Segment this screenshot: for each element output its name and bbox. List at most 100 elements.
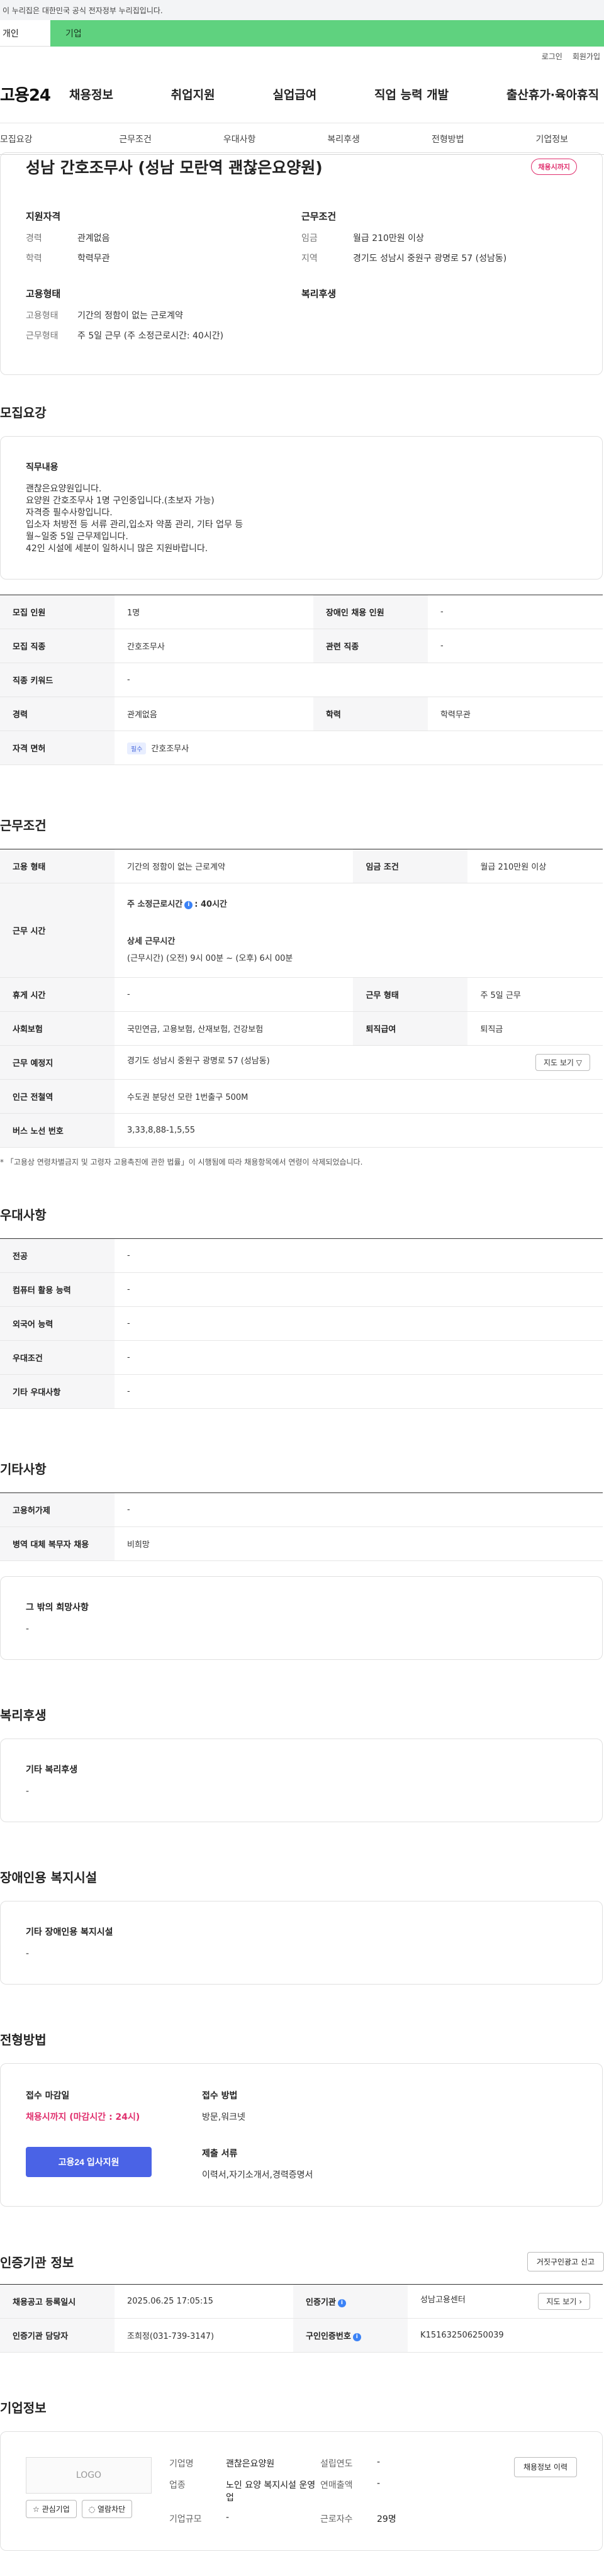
table-row: 고용 형태 기간의 정함이 없는 근로계약 임금 조건 월급 210만원 이상: [0, 849, 603, 883]
job-label: 모집 직종: [0, 629, 115, 663]
table-row: 외국어 능력 -: [0, 1306, 603, 1341]
size-label: 기업규모: [169, 2514, 202, 2524]
license-value: 간호조무사: [151, 744, 189, 754]
main-nav: 고용24 채용정보 취업지원 실업급여 직업 능력 개발 출산휴가·육아휴직: [0, 65, 604, 123]
cert-table: 채용공고 등록일시 2025.06.25 17:05:15 인증기관 i 성남고용…: [0, 2284, 603, 2353]
org-label-text: 인증기관: [306, 2298, 336, 2307]
summary-emptype: 고용형태 기간의 정함이 없는 근로계약: [26, 309, 301, 322]
map-button[interactable]: 지도 보기 ▽: [535, 1054, 590, 1071]
company-logo-area: LOGO ☆ 관심기업 ◌ 열람차단: [26, 2457, 152, 2525]
headcount-value: 1명: [115, 595, 313, 629]
welfare-box-title: 기타 복리후생: [26, 1765, 78, 1775]
welfare-box: 기타 복리후생 -: [0, 1739, 603, 1822]
station-value: 수도권 분당선 모란 1번출구 500M: [115, 1079, 603, 1114]
table-row: 우대조건 -: [0, 1340, 603, 1375]
edu-row-value: 학력무관: [427, 697, 603, 731]
edu-row-label: 학력: [313, 697, 428, 731]
tab-recruit[interactable]: 모집요강: [0, 133, 83, 145]
info-icon[interactable]: i: [184, 901, 193, 909]
keyword-value: -: [115, 663, 603, 697]
edu-label: 학력: [26, 254, 42, 264]
worktype-row-label: 근무 형태: [353, 977, 468, 1012]
login-link[interactable]: 로그인: [542, 51, 562, 62]
signup-link[interactable]: 회원가입: [573, 51, 600, 62]
table-row: 사회보험 국민연금, 고용보험, 산재보험, 건강보험 퇴직급여 퇴직금: [0, 1011, 603, 1046]
table-row: 기타 우대사항 -: [0, 1374, 603, 1409]
wage-value: 월급 210만원 이상: [353, 233, 424, 244]
menu-skill-development[interactable]: 직업 능력 개발: [374, 86, 449, 103]
menu-jobs[interactable]: 채용정보: [69, 86, 113, 103]
info-icon[interactable]: i: [337, 2299, 346, 2307]
company-logo: LOGO: [26, 2457, 152, 2494]
worktype-row-value: 주 5일 근무: [467, 977, 603, 1012]
welfare-section-title: 복리후생: [0, 1708, 47, 1723]
major-value: -: [115, 1238, 603, 1273]
menu-unemployment-benefit[interactable]: 실업급여: [272, 86, 316, 103]
disabled-value: -: [26, 1949, 30, 1959]
career-row-value: 관계없음: [115, 697, 313, 731]
welfare-title: 복리후생: [301, 288, 337, 300]
org-map-button[interactable]: 지도 보기 ›: [538, 2293, 590, 2310]
site-logo[interactable]: 고용24: [0, 82, 69, 106]
apply-section-title: 전형방법: [0, 2032, 47, 2047]
corporate-tab[interactable]: 기업: [50, 20, 604, 47]
personal-tab[interactable]: 개인: [0, 20, 50, 47]
info-icon[interactable]: i: [352, 2333, 361, 2341]
table-row: 휴게 시간 - 근무 형태 주 5일 근무: [0, 977, 603, 1012]
tab-work[interactable]: 근무조건: [83, 133, 187, 145]
table-row: 컴퓨터 활용 능력 -: [0, 1272, 603, 1307]
work-wage-value: 월급 210만원 이상: [467, 849, 603, 883]
summary-right: 근무조건 임금 월급 210만원 이상 지역 경기도 성남시 중원구 광명로 57 …: [301, 210, 577, 349]
license-cell: 필수 간호조무사: [115, 731, 603, 765]
menu-parental-leave[interactable]: 출산휴가·육아휴직: [506, 86, 599, 103]
method-title: 접수 방법: [202, 2091, 238, 2101]
duty-text: 괜찮은요양원입니다. 요양원 간호조무사 1명 구인중입니다.(초보자 가능) …: [26, 484, 243, 554]
work-emptype-value: 기간의 정함이 없는 근로계약: [115, 849, 354, 883]
hours-main: 주 소정근로시간 i: 40시간: [127, 897, 590, 909]
prefcond-label: 우대조건: [0, 1340, 115, 1375]
recruit-section-title: 모집요강: [0, 405, 47, 420]
work-emptype-label: 고용 형태: [0, 849, 115, 883]
work-section-title: 근무조건: [0, 818, 47, 833]
certno-label: 구인인증번호 i: [293, 2318, 408, 2353]
region-value: 경기도 성남시 중원구 광명로 57 (성남동): [353, 254, 507, 264]
hiring-history-button[interactable]: 채용정보 이력: [513, 2457, 577, 2477]
disabled-box-title: 기타 장애인용 복지시설: [26, 1927, 113, 1937]
severance-value: 퇴직금: [467, 1011, 603, 1046]
work-wage-label: 임금 조건: [353, 849, 468, 883]
hope-value: -: [26, 1624, 30, 1634]
age-notice: * 「고용상 연령차별금지 및 고령자 고용촉진에 관한 법률」이 시행됨에 따…: [0, 1158, 363, 1167]
disabled-box: 기타 장애인용 복지시설 -: [0, 1901, 603, 1985]
user-switch: 개인 기업: [0, 20, 604, 47]
prefetc-label: 기타 우대사항: [0, 1374, 115, 1409]
table-row: 근무 예정지 경기도 성남시 중원구 광명로 57 (성남동) 지도 보기 ▽: [0, 1045, 603, 1080]
summary-wage: 임금 월급 210만원 이상: [301, 232, 577, 244]
tab-apply[interactable]: 전형방법: [396, 133, 500, 145]
tab-pref[interactable]: 우대사항: [187, 133, 292, 145]
computer-value: -: [115, 1272, 603, 1307]
apply-button[interactable]: 고용24 입사지원: [26, 2147, 152, 2177]
tab-company[interactable]: 기업정보: [500, 133, 604, 145]
page: 이 누리집은 대한민국 공식 전자정부 누리집입니다. 개인 기업 로그인 회원…: [0, 0, 604, 2576]
tab-welfare[interactable]: 복리후생: [291, 133, 396, 145]
table-row: 전공 -: [0, 1238, 603, 1273]
military-value: 비희망: [115, 1526, 603, 1561]
block-view-button[interactable]: ◌ 열람차단: [81, 2500, 133, 2518]
company-name-label: 기업명: [169, 2459, 194, 2469]
report-button[interactable]: 거짓구인광고 신고: [527, 2252, 604, 2271]
other-table: 고용허가제 - 병역 대체 복무자 채용 비희망: [0, 1492, 603, 1561]
summary-left: 지원자격 경력 관계없음 학력 학력무관 고용형태 고용형태 기간의 정함이 없는 근…: [26, 210, 301, 349]
region-label: 지역: [301, 254, 318, 264]
qual-title: 지원자격: [26, 211, 61, 222]
table-row: 직종 키워드 -: [0, 663, 603, 697]
manager-value: 조희정(031-739-3147): [115, 2318, 294, 2353]
gov-banner: 이 누리집은 대한민국 공식 전자정부 누리집입니다.: [0, 0, 604, 20]
table-row: 버스 노선 번호 3,33,8,88-1,5,55: [0, 1113, 603, 1148]
favorite-company-button[interactable]: ☆ 관심기업: [26, 2500, 77, 2518]
summary-header: 성남 간호조무사 (성남 모란역 괜찮은요양원) 채용시까지: [26, 153, 577, 181]
company-box: LOGO ☆ 관심기업 ◌ 열람차단 기업명 괜찮은요양원 설립연도 - 업종 …: [0, 2431, 603, 2551]
emp-title: 고용형태: [26, 288, 61, 300]
menu-employment-support[interactable]: 취업지원: [171, 86, 215, 103]
emptype-value: 기간의 정함이 없는 근로계약: [77, 311, 183, 321]
summary-card: 성남 간호조무사 (성남 모란역 괜찮은요양원) 채용시까지 지원자격 경력 관계…: [0, 152, 603, 375]
